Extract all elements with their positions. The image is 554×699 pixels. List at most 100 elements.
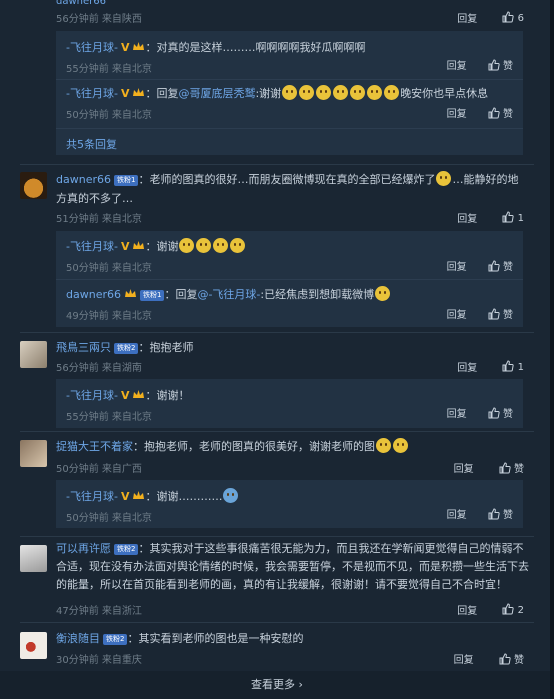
like-button[interactable]: 赞: [499, 651, 524, 666]
thumbs-up-icon: [499, 653, 511, 665]
comment-actions: 回复 1: [457, 359, 524, 374]
emoji-icon: [282, 85, 298, 100]
reply-username[interactable]: -飞往月球-: [66, 87, 118, 100]
divider: [20, 622, 534, 623]
comment-username[interactable]: dawner66: [56, 173, 111, 186]
thumbs-up-icon: [502, 211, 515, 223]
divider: [56, 128, 523, 129]
reply-button[interactable]: 回复: [454, 460, 474, 475]
reply-username[interactable]: -飞往月球-: [66, 240, 118, 253]
like-button[interactable]: 2: [502, 603, 524, 616]
reply-item: -飞往月球- V ：谢谢 50分钟前 来自北京 回复 赞: [66, 238, 513, 274]
like-button[interactable]: 1: [502, 360, 524, 373]
reply-username[interactable]: dawner66: [66, 288, 121, 301]
cut-username[interactable]: dawner66: [56, 0, 106, 7]
avatar[interactable]: [20, 341, 47, 368]
comment-actions: 回复 赞: [454, 460, 524, 475]
emoji-icon: [223, 488, 239, 503]
comment-username[interactable]: 可以再许愿: [56, 542, 111, 555]
reply-text: ：对真的是这样………啊啊啊啊我好瓜啊啊啊: [145, 41, 366, 54]
mention-link[interactable]: @哥厦底层秃鹫: [178, 87, 255, 100]
reply-text-suffix: 晚安你也早点休息: [400, 87, 489, 100]
comment-text: ：老师的图真的很好…而朋友圈微博现在真的全部已经爆炸了: [138, 173, 436, 186]
like-button[interactable]: 赞: [499, 460, 524, 475]
see-more-label: 查看更多: [251, 678, 296, 691]
like-button[interactable]: 赞: [488, 306, 513, 321]
reply-actions: 回复 赞: [447, 258, 513, 273]
avatar[interactable]: [20, 545, 47, 572]
comment-text-line2: 合适，现在没有办法面对舆论情绪的时候，我会需要暂停，不是视而不见，而是积攒一些生…: [56, 560, 529, 573]
reply-button[interactable]: 回复: [447, 57, 467, 72]
comment-username[interactable]: 飛鳥三兩只: [56, 341, 111, 354]
fan-badge: 铁粉2: [114, 343, 139, 354]
reply-item: -飞往月球- V ：谢谢………… 50分钟前 来自北京 回复 赞: [66, 488, 513, 524]
reply-username[interactable]: -飞往月球-: [66, 490, 118, 503]
reply-button[interactable]: 回复: [447, 506, 467, 521]
more-replies-link[interactable]: 共5条回复: [66, 136, 513, 152]
like-button[interactable]: 赞: [488, 57, 513, 72]
reply-text-prefix: ：回复: [145, 87, 179, 100]
reply-text-prefix: ：回复: [164, 288, 198, 301]
like-button[interactable]: 6: [502, 11, 524, 24]
reply-item: -飞往月球- V ：对真的是这样………啊啊啊啊我好瓜啊啊啊 55分钟前 来自北京 回…: [66, 39, 513, 75]
comment-meta: 30分钟前 来自重庆: [56, 655, 142, 666]
divider: [56, 79, 523, 80]
avatar[interactable]: [20, 632, 47, 659]
comment-meta: 47分钟前 来自浙江: [56, 606, 142, 617]
see-more-button[interactable]: 查看更多 ›: [0, 671, 554, 699]
comment-body: 可以再许愿 铁粉2 ：其实我对于这些事很痛苦很无能为力，而且我还在学新闻更觉得自己的…: [56, 540, 531, 594]
like-button[interactable]: 赞: [488, 258, 513, 273]
verified-icon: V: [120, 41, 130, 54]
comment-username[interactable]: 捉猫大王不着家: [56, 440, 133, 453]
scrollbar[interactable]: [550, 0, 554, 699]
like-button[interactable]: 赞: [488, 506, 513, 521]
reply-text: ：谢谢: [145, 240, 179, 253]
fan-badge: 铁粉2: [114, 544, 139, 555]
verified-icon: V: [120, 240, 130, 253]
comment-body: 捉猫大王不着家：抱抱老师，老师的图真的很美好，谢谢老师的图: [56, 438, 409, 454]
reply-button[interactable]: 回复: [454, 651, 474, 666]
divider: [20, 536, 534, 537]
like-button[interactable]: 赞: [488, 405, 513, 420]
thumbs-up-icon: [488, 59, 500, 71]
reply-username[interactable]: -飞往月球-: [66, 389, 118, 402]
reply-button[interactable]: 回复: [457, 602, 477, 617]
like-label: 赞: [503, 109, 513, 120]
reply-text: :已经焦虑到想卸载微博: [260, 288, 375, 301]
comment-text: ：其实看到老师的图也是一种安慰的: [127, 632, 304, 645]
emoji-icon: [316, 85, 332, 100]
reply-box: -飞往月球- V ：对真的是这样………啊啊啊啊我好瓜啊啊啊 55分钟前 来自北京 回…: [56, 31, 523, 155]
reply-button[interactable]: 回复: [447, 405, 467, 420]
avatar[interactable]: [20, 440, 47, 467]
thumbs-up-icon: [502, 360, 515, 372]
reply-button[interactable]: 回复: [457, 359, 477, 374]
reply-button[interactable]: 回复: [447, 306, 467, 321]
like-button[interactable]: 1: [502, 211, 524, 224]
comment-body: 飛鳥三兩只 铁粉2 ：抱抱老师: [56, 339, 193, 355]
comment-username[interactable]: 衡浪随目: [56, 632, 100, 645]
reply-button[interactable]: 回复: [457, 10, 477, 25]
mention-link[interactable]: @-飞往月球-: [197, 288, 260, 301]
reply-button[interactable]: 回复: [447, 258, 467, 273]
emoji-icon: [213, 238, 229, 253]
emoji-icon: [367, 85, 383, 100]
like-button[interactable]: 赞: [488, 105, 513, 120]
reply-button[interactable]: 回复: [447, 105, 467, 120]
reply-actions: 回复 赞: [447, 506, 513, 521]
reply-username[interactable]: -飞往月球-: [66, 41, 118, 54]
comment-text: ：抱抱老师，老师的图真的很美好，谢谢老师的图: [133, 440, 375, 453]
like-label: 赞: [503, 61, 513, 72]
thumbs-up-icon: [499, 462, 511, 474]
emoji-icon: [350, 85, 366, 100]
thumbs-up-icon: [488, 260, 500, 272]
divider: [20, 332, 534, 333]
avatar[interactable]: [20, 172, 47, 199]
verified-icon: V: [120, 490, 130, 503]
reply-button[interactable]: 回复: [457, 210, 477, 225]
verified-icon: V: [120, 87, 130, 100]
comment-text-line3: 的能量，所以在首页能看到老师的画，真的有让我缓解，很谢谢！请不要觉得自己不合时宜…: [56, 578, 507, 591]
crown-icon: [133, 241, 145, 249]
emoji-icon: [333, 85, 349, 100]
like-label: 赞: [503, 310, 513, 321]
crown-icon: [133, 42, 145, 50]
